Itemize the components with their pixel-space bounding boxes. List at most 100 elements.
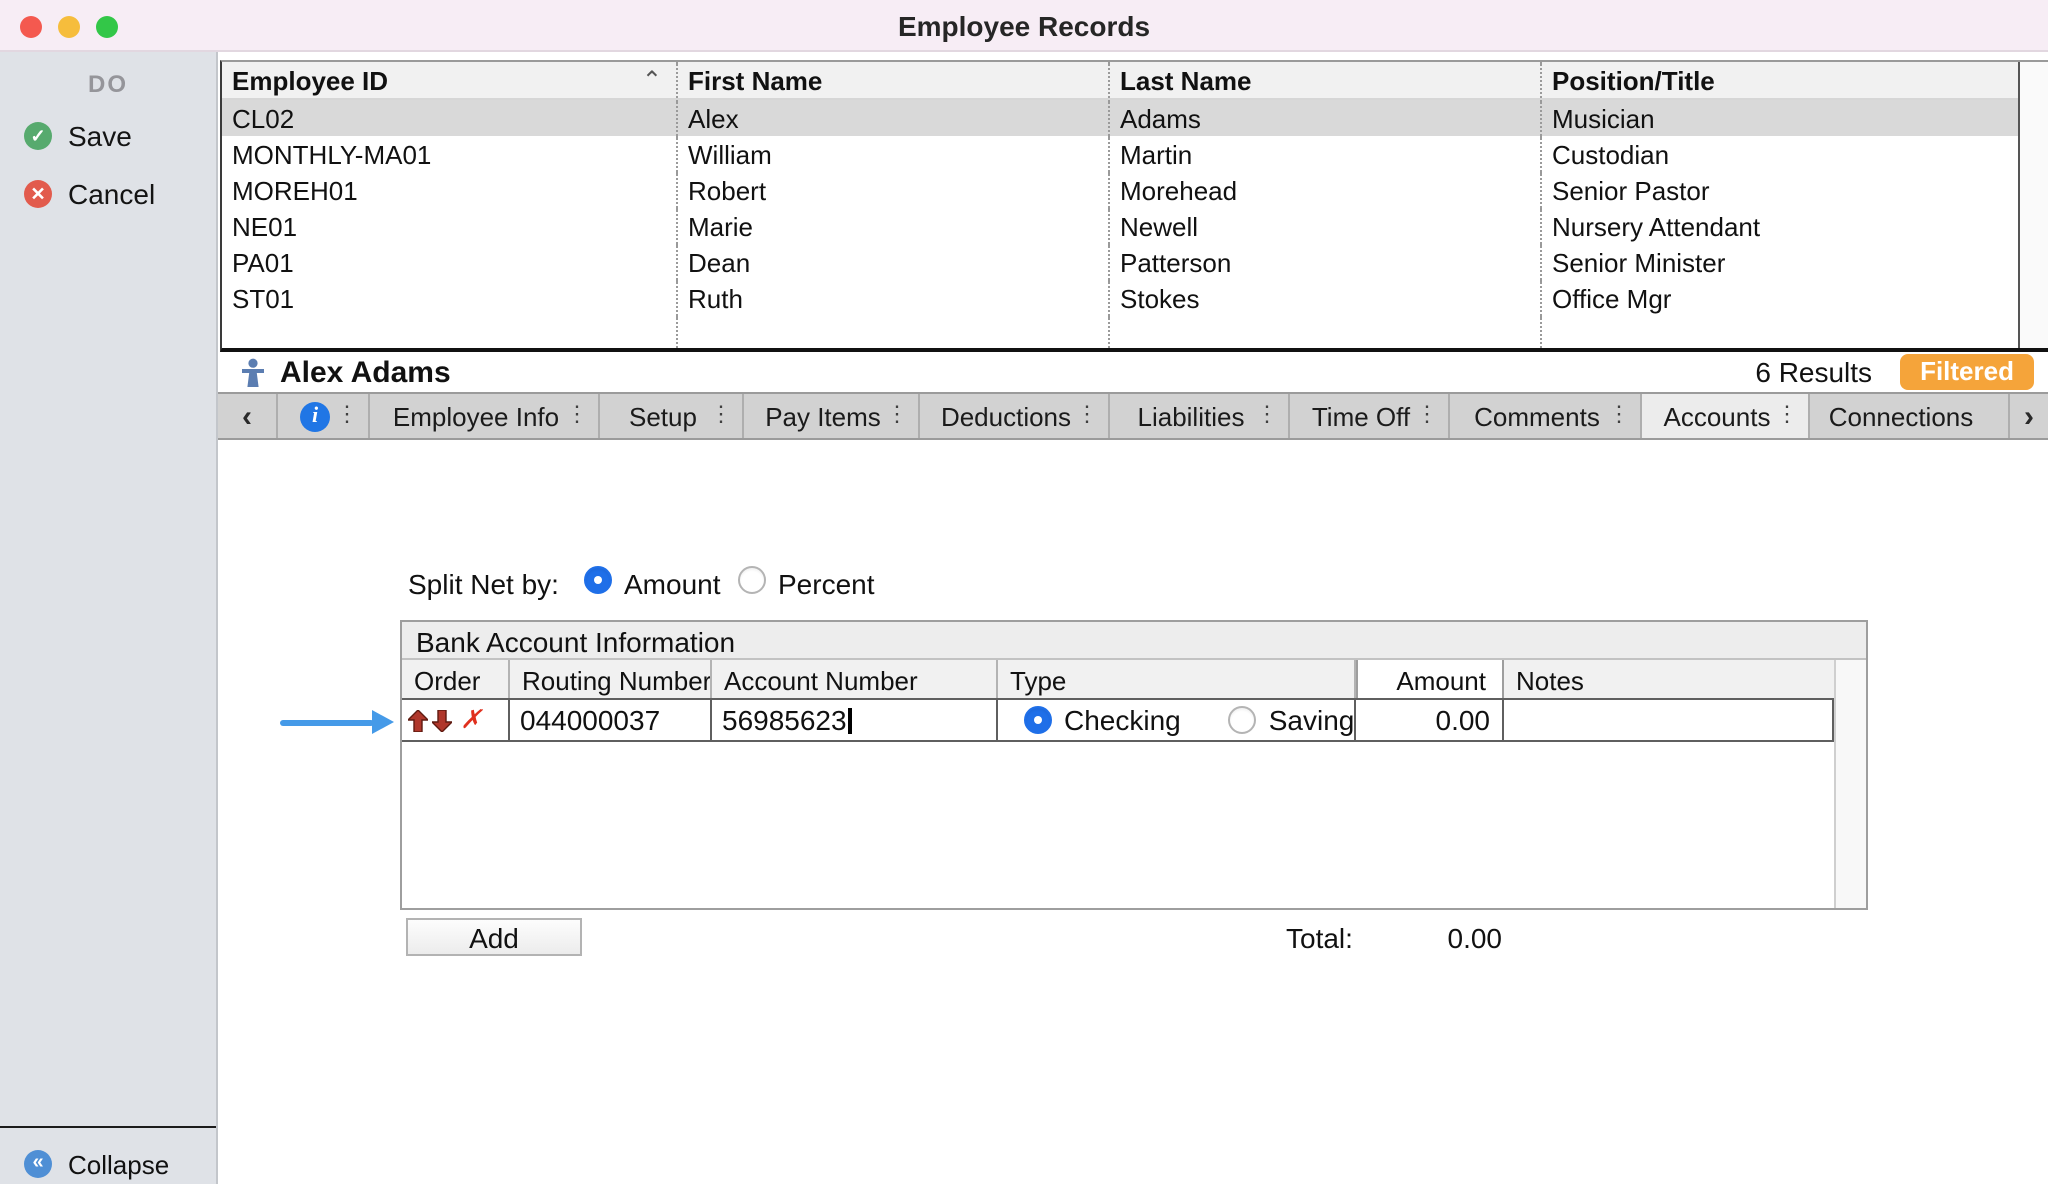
bank-column-amount[interactable]: Amount — [1356, 660, 1504, 698]
table-row[interactable]: MOREH01 Robert Morehead Senior Pastor — [222, 172, 2018, 208]
filtered-badge[interactable]: Filtered — [1900, 354, 2034, 390]
cell-employee-id: MONTHLY-MA01 — [222, 136, 678, 172]
tab-connections[interactable]: Connections — [1810, 394, 2010, 438]
close-window-button[interactable] — [20, 15, 42, 37]
tabs-scroll-left-button[interactable]: ‹ — [218, 394, 278, 438]
total-value: 0.00 — [1398, 922, 1502, 954]
employee-table-grid: Employee ID ⌃ First Name Last Name Posit… — [222, 62, 2018, 348]
cell-first-name: Dean — [678, 244, 1110, 280]
tab-menu-icon[interactable]: ⋮ — [566, 405, 588, 427]
table-row[interactable]: NE01 Marie Newell Nursery Attendant — [222, 208, 2018, 244]
tab-accounts[interactable]: Accounts ⋮ — [1642, 394, 1810, 438]
table-empty-area — [222, 316, 2018, 348]
text-caret — [849, 707, 852, 733]
move-up-icon[interactable] — [408, 709, 428, 731]
tab-menu-icon[interactable]: ⋮ — [1076, 405, 1098, 427]
account-type-cell: Checking Savings — [998, 700, 1356, 740]
cell-last-name: Newell — [1110, 208, 1542, 244]
tabs-scroll-right-button[interactable]: › — [2010, 394, 2048, 438]
tab-comments[interactable]: Comments ⋮ — [1450, 394, 1642, 438]
tab-deductions[interactable]: Deductions ⋮ — [920, 394, 1110, 438]
bank-account-groupbox: Bank Account Information Order Routing N… — [400, 620, 1868, 910]
tab-menu-icon[interactable]: ⋮ — [1776, 405, 1798, 427]
cell-position: Custodian — [1542, 136, 2018, 172]
move-down-icon[interactable] — [432, 709, 452, 731]
column-header-employee-id[interactable]: Employee ID ⌃ — [222, 62, 678, 98]
cell-last-name: Stokes — [1110, 280, 1542, 316]
split-percent-radio[interactable] — [738, 566, 766, 594]
bank-column-order: Order — [402, 660, 510, 698]
cell-last-name: Adams — [1110, 100, 1542, 136]
info-icon: i — [300, 401, 330, 431]
cell-first-name: William — [678, 136, 1110, 172]
sidebar-divider — [0, 1126, 216, 1128]
employee-records-window: Employee Records DO ✓ Save ✕ Cancel « Co… — [0, 0, 2048, 1184]
savings-label: Savings — [1269, 704, 1356, 736]
employee-table-header-row: Employee ID ⌃ First Name Last Name Posit… — [222, 62, 2018, 100]
cancel-button[interactable]: ✕ Cancel — [0, 174, 216, 214]
column-header-position-title[interactable]: Position/Title — [1542, 62, 2018, 98]
bank-column-notes: Notes — [1504, 660, 1834, 698]
tab-menu-icon[interactable]: ⋮ — [1416, 405, 1438, 427]
tab-menu-icon[interactable]: ⋮ — [886, 405, 908, 427]
add-account-button[interactable]: Add — [406, 918, 582, 956]
sort-ascending-icon: ⌃ — [642, 66, 662, 94]
zoom-window-button[interactable] — [96, 15, 118, 37]
bank-column-type: Type — [998, 660, 1356, 698]
save-check-icon: ✓ — [24, 122, 52, 150]
tab-menu-icon[interactable]: ⋮ — [336, 405, 358, 427]
window-title: Employee Records — [898, 9, 1150, 41]
tab-pay-items[interactable]: Pay Items ⋮ — [744, 394, 920, 438]
cell-position: Nursery Attendant — [1542, 208, 2018, 244]
account-number-input[interactable]: 56985623 — [712, 700, 998, 740]
delete-row-icon[interactable]: ✗ — [460, 704, 482, 736]
bank-table-header-row: Order Routing Number Account Number Type… — [402, 660, 1834, 700]
routing-number-input[interactable]: 044000037 — [510, 700, 712, 740]
cell-position: Senior Pastor — [1542, 172, 2018, 208]
minimize-window-button[interactable] — [58, 15, 80, 37]
order-cell: ✗ — [402, 700, 510, 740]
tab-liabilities[interactable]: Liabilities ⋮ — [1110, 394, 1290, 438]
window-controls — [0, 0, 118, 52]
tab-menu-icon[interactable]: ⋮ — [1608, 405, 1630, 427]
collapse-button[interactable]: « Collapse — [0, 1144, 216, 1184]
accounts-panel: Split Net by: Amount Percent Bank Accoun… — [218, 440, 2048, 1184]
table-row[interactable]: ST01 Ruth Stokes Office Mgr — [222, 280, 2018, 316]
save-button[interactable]: ✓ Save — [0, 116, 216, 156]
bank-table-scrollbar[interactable] — [1834, 660, 1866, 908]
cancel-x-icon: ✕ — [24, 180, 52, 208]
column-header-last-name[interactable]: Last Name — [1110, 62, 1542, 98]
tab-time-off[interactable]: Time Off ⋮ — [1290, 394, 1450, 438]
tab-menu-icon[interactable]: ⋮ — [1256, 405, 1278, 427]
cell-employee-id: ST01 — [222, 280, 678, 316]
notes-input[interactable] — [1504, 700, 1834, 740]
split-amount-radio[interactable] — [584, 566, 612, 594]
checking-radio[interactable] — [1024, 706, 1052, 734]
column-header-first-name[interactable]: First Name — [678, 62, 1110, 98]
tab-employee-info[interactable]: Employee Info ⋮ — [370, 394, 600, 438]
table-row[interactable]: MONTHLY-MA01 William Martin Custodian — [222, 136, 2018, 172]
cell-employee-id: NE01 — [222, 208, 678, 244]
person-icon — [240, 357, 266, 387]
employee-table-scrollbar[interactable] — [2018, 62, 2048, 348]
cell-employee-id: CL02 — [222, 100, 678, 136]
collapse-label: Collapse — [68, 1149, 169, 1179]
cell-position: Musician — [1542, 100, 2018, 136]
tab-setup[interactable]: Setup ⋮ — [600, 394, 744, 438]
table-row[interactable]: PA01 Dean Patterson Senior Minister — [222, 244, 2018, 280]
savings-radio[interactable] — [1229, 706, 1257, 734]
amount-input[interactable]: 0.00 — [1356, 700, 1504, 740]
tab-info[interactable]: i ⋮ — [278, 394, 370, 438]
record-header-right: 6 Results Filtered — [1755, 354, 2048, 390]
table-row[interactable]: CL02 Alex Adams Musician — [222, 100, 2018, 136]
split-percent-label: Percent — [778, 568, 875, 600]
cell-last-name: Martin — [1110, 136, 1542, 172]
split-amount-label: Amount — [624, 568, 721, 600]
bank-account-group-title: Bank Account Information — [402, 622, 1866, 660]
save-label: Save — [68, 120, 132, 152]
cancel-label: Cancel — [68, 178, 155, 210]
checking-label: Checking — [1064, 704, 1181, 736]
tab-menu-icon[interactable]: ⋮ — [710, 405, 732, 427]
cell-last-name: Patterson — [1110, 244, 1542, 280]
cell-first-name: Robert — [678, 172, 1110, 208]
